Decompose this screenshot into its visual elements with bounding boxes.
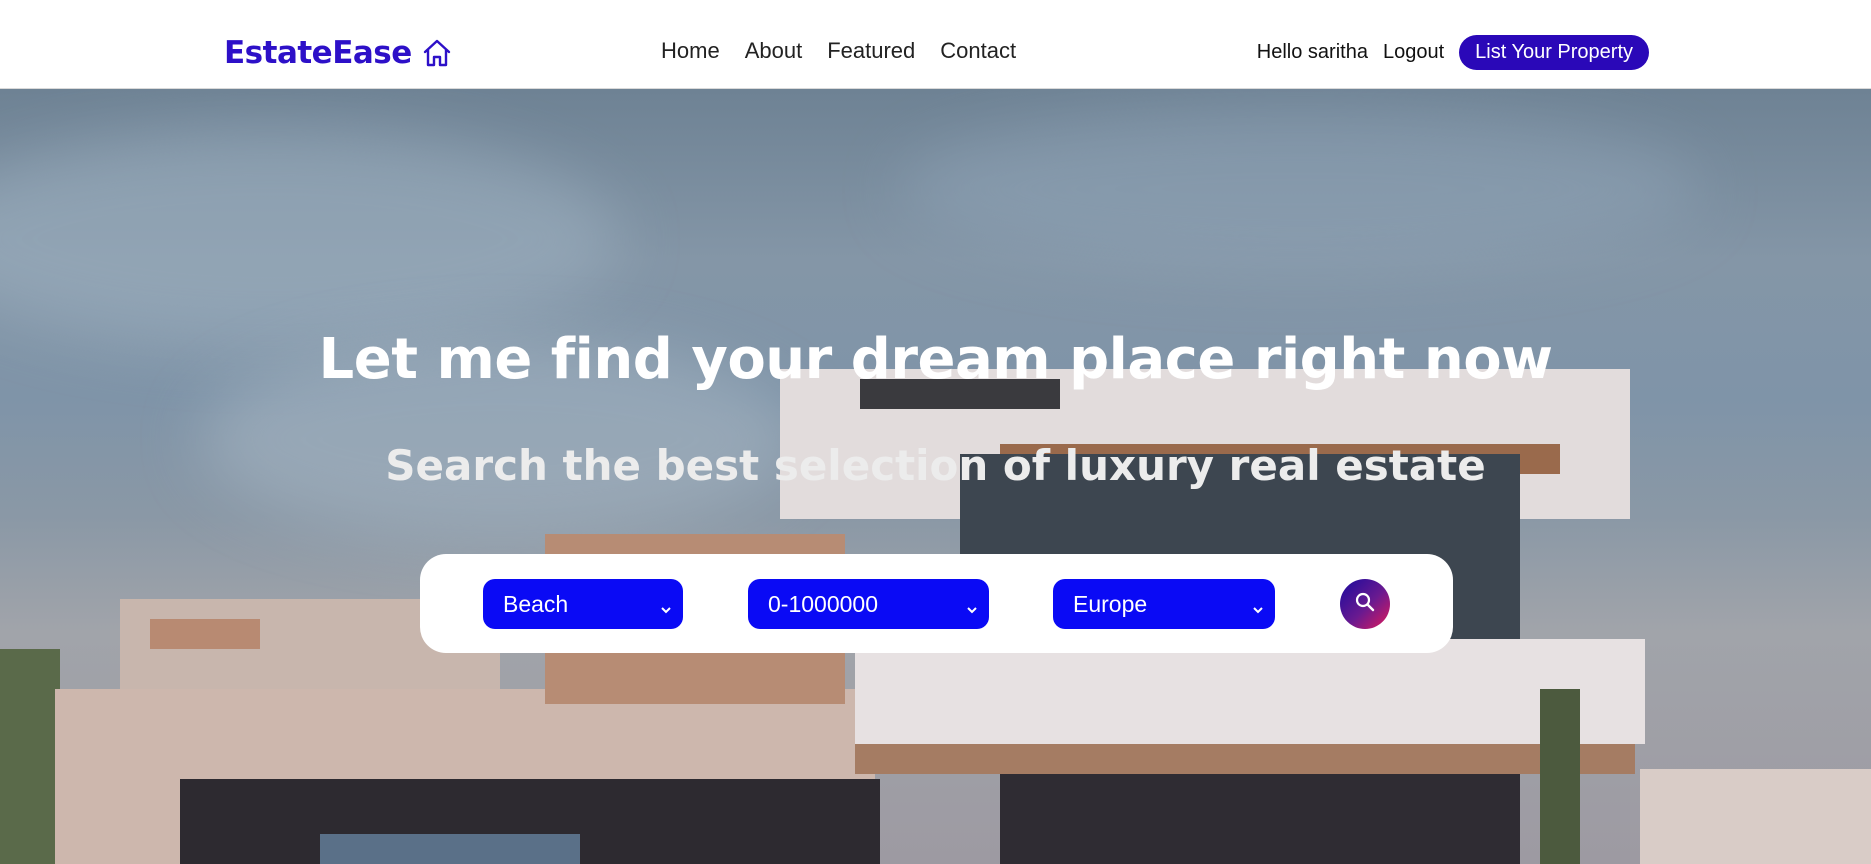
logout-link[interactable]: Logout: [1383, 41, 1444, 64]
nav-home-link[interactable]: Home: [661, 38, 720, 64]
hero-section: Let me find your dream place right now S…: [0, 89, 1871, 864]
user-greeting: Hello saritha: [1256, 41, 1368, 63]
navbar: EstateEase Home About Featured Contact H…: [0, 0, 1871, 89]
property-type-select[interactable]: Beach: [483, 579, 683, 629]
main-nav: Home About Featured Contact: [661, 38, 1016, 64]
price-range-value: 0-1000000: [768, 590, 878, 617]
brand-name: EstateEase: [224, 35, 412, 71]
user-area: Hello saritha Logout List Your Property: [1257, 35, 1649, 70]
price-range-select[interactable]: 0-1000000: [748, 579, 989, 629]
chevron-down-icon: [965, 596, 979, 623]
chevron-down-icon: [1251, 596, 1265, 623]
chevron-down-icon: [659, 596, 673, 623]
nav-about-link[interactable]: About: [745, 38, 803, 64]
search-icon: [1354, 591, 1376, 618]
location-value: Europe: [1073, 590, 1148, 617]
property-type-value: Beach: [503, 590, 569, 617]
location-select[interactable]: Europe: [1053, 579, 1275, 629]
nav-contact-link[interactable]: Contact: [940, 38, 1016, 64]
brand-logo[interactable]: EstateEase: [224, 34, 452, 72]
search-button[interactable]: [1340, 579, 1390, 629]
list-property-button[interactable]: List Your Property: [1459, 35, 1649, 70]
search-form: Beach 0-1000000 Europe: [420, 554, 1453, 653]
hero-title: Let me find your dream place right now: [318, 327, 1553, 392]
home-icon: [422, 38, 452, 68]
nav-featured-link[interactable]: Featured: [827, 38, 915, 64]
hero-subtitle: Search the best selection of luxury real…: [385, 441, 1486, 490]
